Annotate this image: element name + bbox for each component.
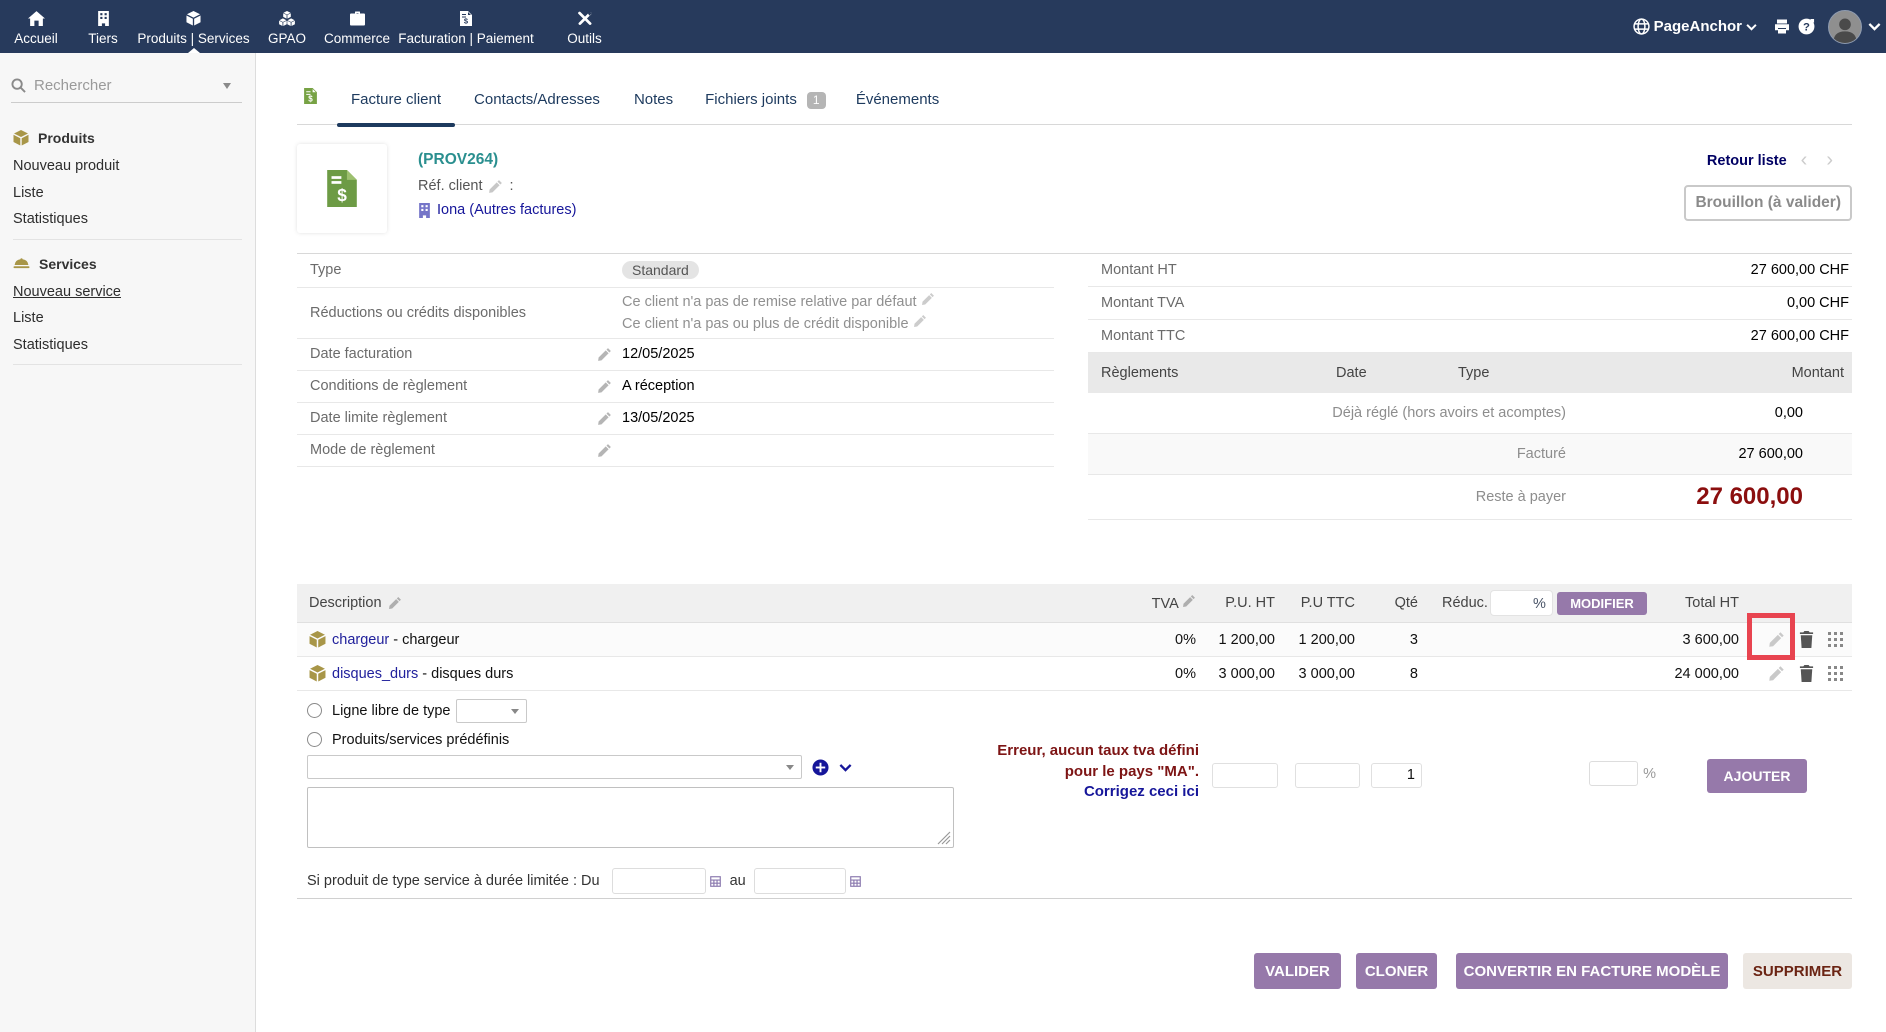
svg-text:$: $: [337, 185, 347, 205]
svg-text:?: ?: [1803, 21, 1810, 33]
svg-text:$: $: [308, 94, 313, 103]
